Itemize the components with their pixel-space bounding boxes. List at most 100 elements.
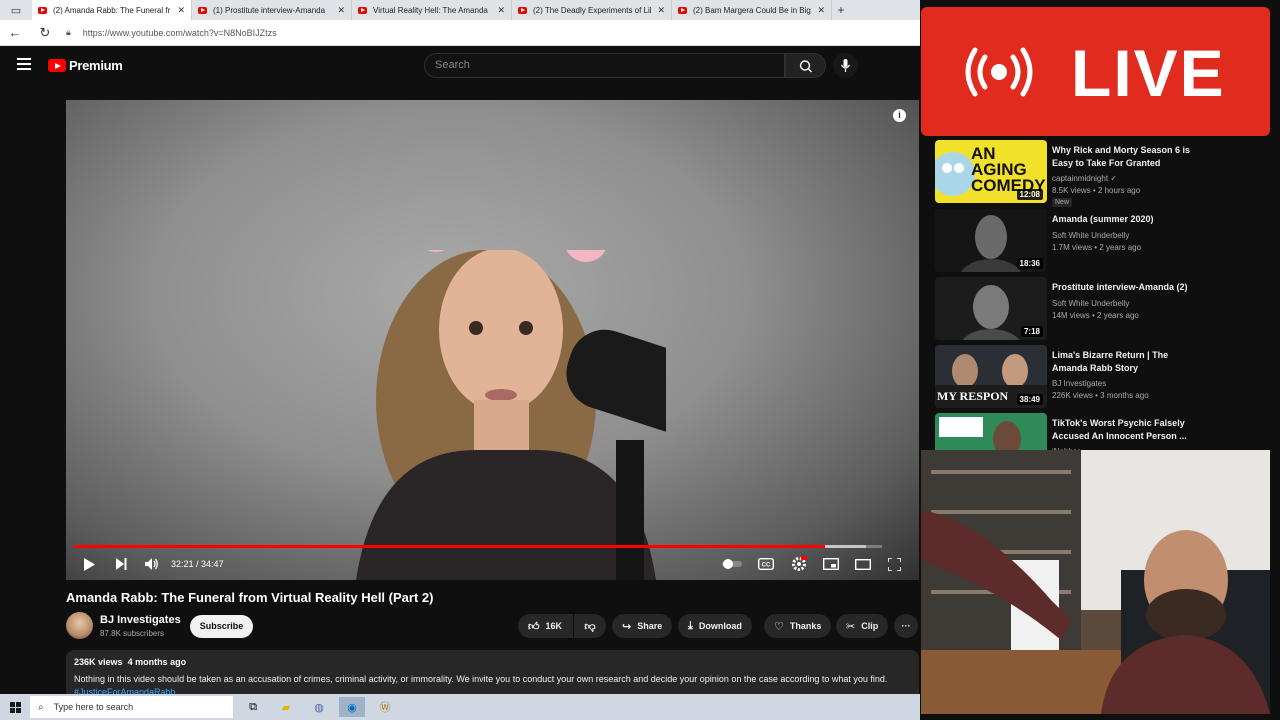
player-controls: 32:21 / 34:47 CC: [66, 552, 919, 580]
browser-tab-title: Virtual Reality Hell: The Amanda: [373, 5, 488, 15]
share-button[interactable]: ↪ Share: [612, 614, 673, 638]
download-icon: ⤓: [688, 619, 693, 632]
progress-bar[interactable]: [74, 545, 882, 548]
close-tab-icon[interactable]: ✕: [497, 5, 505, 16]
rec-age: 2 years ago: [1099, 243, 1142, 252]
recommendation-title[interactable]: Why Rick and Morty Season 6 is Easy to T…: [1052, 144, 1202, 170]
close-tab-icon[interactable]: ✕: [337, 5, 345, 16]
recommendation-meta: 1.7M views • 2 years ago: [1052, 243, 1142, 252]
game-launcher-icon[interactable]: Ⓦ: [372, 697, 398, 717]
rec-age: 2 hours ago: [1097, 186, 1141, 195]
taskbar-search-input[interactable]: ⌕ Type here to search: [30, 696, 233, 718]
file-explorer-icon[interactable]: ▰: [273, 697, 299, 717]
theater-mode-button[interactable]: [855, 556, 871, 572]
description-box[interactable]: 236K views 4 months ago Nothing in this …: [66, 650, 919, 700]
reload-icon[interactable]: ↻: [30, 25, 60, 41]
clip-button[interactable]: ✂ Clip: [836, 614, 889, 638]
settings-button[interactable]: [791, 556, 807, 572]
tab-actions-icon[interactable]: ▭: [0, 0, 32, 20]
recommendation-title[interactable]: Lima's Bizarre Return | The Amanda Rabb …: [1052, 349, 1202, 375]
recommendation-item[interactable]: TikTok's Worst Psychic Falsely Accused A…: [935, 413, 1265, 450]
thumbnail-caption: MY RESPON: [937, 389, 1009, 403]
play-button[interactable]: [82, 556, 96, 572]
windows-icon: [9, 701, 21, 713]
download-label: Download: [698, 621, 742, 631]
task-view-icon[interactable]: ⧉: [240, 697, 266, 717]
back-icon[interactable]: ←: [0, 25, 30, 40]
live-label: LIVE: [1071, 36, 1226, 110]
recommendation-meta: 14M views • 2 years ago: [1052, 311, 1139, 320]
play-icon: [84, 557, 95, 571]
download-button[interactable]: ⤓ Download: [678, 614, 752, 638]
miniplayer-icon: [823, 558, 839, 570]
close-tab-icon[interactable]: ✕: [657, 5, 665, 16]
video-thumbnail[interactable]: 18:36: [935, 209, 1047, 272]
address-bar: ← ↻ 🔒︎ https://www.youtube.com/watch?v=N…: [0, 20, 920, 46]
gear-icon: [792, 556, 807, 571]
more-actions-button[interactable]: ···: [894, 614, 918, 638]
taskbar: ⌕ Type here to search ⧉ ▰ ◍ ◉ Ⓦ: [0, 694, 920, 720]
video-thumbnail[interactable]: [935, 413, 1047, 450]
recommendation-item[interactable]: AN AGING COMEDY 12:08 Why Rick and Morty…: [935, 140, 1265, 207]
view-meta: 236K views 4 months ago: [74, 657, 911, 667]
duration-badge: 7:18: [1020, 326, 1043, 337]
rec-views: 226K views: [1052, 391, 1093, 400]
channel-avatar[interactable]: [66, 612, 93, 639]
video-thumbnail[interactable]: 7:18: [935, 277, 1047, 340]
channel-name[interactable]: BJ Investigates: [100, 614, 181, 626]
webcam-feed: [921, 450, 1270, 714]
search-input[interactable]: Search: [424, 53, 785, 78]
recommendation-title[interactable]: TikTok's Worst Psychic Falsely Accused A…: [1052, 417, 1202, 443]
youtube-logo[interactable]: Premium: [48, 58, 123, 73]
recommendation-item[interactable]: 7:18 Prostitute interview-Amanda (2) Sof…: [935, 277, 1265, 341]
menu-icon[interactable]: [17, 58, 31, 70]
voice-search-button[interactable]: [833, 53, 858, 78]
duration-badge: 18:36: [1016, 258, 1043, 269]
recommendation-title[interactable]: Prostitute interview-Amanda (2): [1052, 281, 1202, 294]
share-icon: ↪: [622, 620, 632, 633]
logo-text: Premium: [69, 58, 123, 73]
url-field[interactable]: 🔒︎ https://www.youtube.com/watch?v=N8NoB…: [66, 27, 277, 38]
taskbar-search-placeholder: Type here to search: [53, 702, 134, 712]
recommendation-meta: 226K views • 3 months ago: [1052, 391, 1149, 400]
search-button[interactable]: [785, 53, 826, 78]
browser-tab[interactable]: (2) Amanda Rabb: The Funeral fr ✕: [32, 0, 192, 20]
new-badge: New: [1052, 198, 1073, 207]
fullscreen-icon: [887, 557, 901, 571]
browser-tab-title: (1) Prostitute interview-Amanda: [213, 5, 326, 15]
autoplay-toggle[interactable]: [722, 556, 742, 572]
browser-tab[interactable]: Virtual Reality Hell: The Amanda ✕: [352, 0, 512, 20]
scissors-icon: ✂: [846, 620, 856, 633]
close-tab-icon[interactable]: ✕: [817, 5, 825, 16]
dislike-button[interactable]: 👎︎: [574, 614, 606, 638]
browser-tab[interactable]: (2) Bam Margera Could Be in Big ✕: [672, 0, 832, 20]
thanks-button[interactable]: ♡ Thanks: [764, 614, 832, 638]
edge-browser-icon[interactable]: ◉: [339, 697, 365, 717]
recommendation-item[interactable]: 18:36 Amanda (summer 2020) Soft White Un…: [935, 209, 1265, 273]
volume-button[interactable]: [145, 556, 159, 572]
description-body: Nothing in this video should be taken as…: [74, 674, 888, 684]
start-button[interactable]: [0, 701, 30, 713]
video-thumbnail[interactable]: AN AGING COMEDY 12:08: [935, 140, 1047, 203]
info-icon[interactable]: i: [893, 109, 906, 122]
app-icon[interactable]: ◍: [306, 697, 332, 717]
recommendation-item[interactable]: MY RESPON 38:49 Lima's Bizarre Return | …: [935, 345, 1265, 409]
video-player[interactable]: i 32:21 / 34:47 CC: [66, 100, 919, 580]
browser-tab[interactable]: (1) Prostitute interview-Amanda ✕: [192, 0, 352, 20]
subscribe-button[interactable]: Subscribe: [190, 615, 253, 638]
video-thumbnail[interactable]: MY RESPON 38:49: [935, 345, 1047, 408]
captions-button[interactable]: CC: [758, 556, 774, 572]
browser-tab[interactable]: (2) The Deadly Experiments of Lil ✕: [512, 0, 672, 20]
fullscreen-button[interactable]: [887, 556, 901, 572]
live-banner: LIVE: [921, 7, 1270, 136]
miniplayer-button[interactable]: [823, 556, 839, 572]
svg-text:CC: CC: [762, 563, 771, 569]
more-icon: ···: [901, 621, 911, 631]
rec-views: 14M views: [1052, 311, 1090, 320]
new-tab-button[interactable]: +: [832, 3, 850, 17]
youtube-favicon-icon: [38, 6, 47, 14]
next-button[interactable]: [114, 556, 128, 572]
recommendation-title[interactable]: Amanda (summer 2020): [1052, 213, 1202, 226]
like-button[interactable]: 👍︎ 16K: [518, 614, 573, 638]
close-tab-icon[interactable]: ✕: [177, 5, 185, 16]
